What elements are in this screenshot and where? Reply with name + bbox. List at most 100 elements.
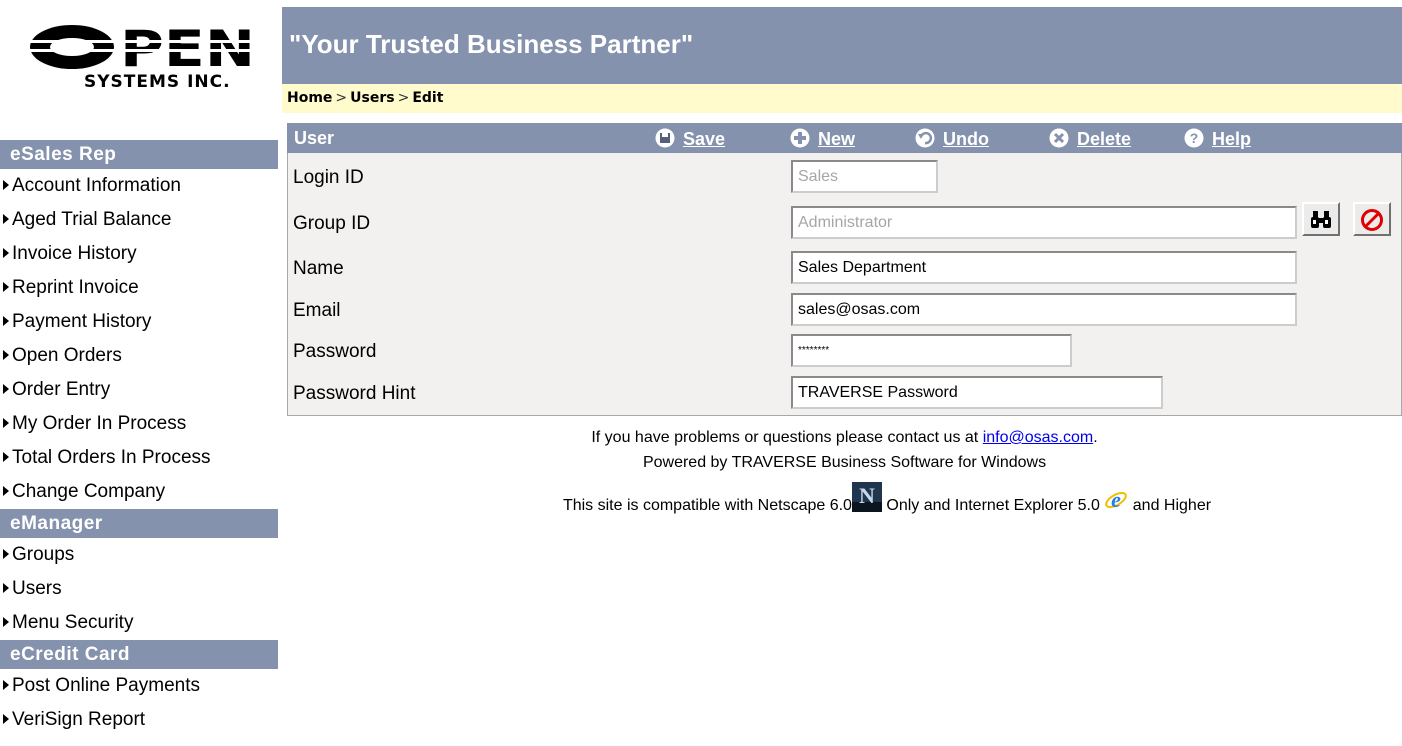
tagline: "Your Trusted Business Partner" bbox=[289, 29, 694, 59]
open-wordmark-icon: PEN bbox=[30, 22, 258, 72]
sidebar-item-label: Groups bbox=[12, 544, 75, 565]
sidebar: eSales Rep Account Information Aged Tria… bbox=[0, 140, 278, 737]
email-input[interactable] bbox=[791, 293, 1297, 326]
sidebar-item-groups[interactable]: Groups bbox=[0, 538, 278, 572]
company-logo: PEN SYSTEMS INC. bbox=[0, 0, 282, 120]
name-label: Name bbox=[293, 258, 344, 279]
password-hint-input[interactable] bbox=[791, 376, 1163, 409]
arrow-right-icon bbox=[3, 179, 9, 190]
svg-text:PEN: PEN bbox=[120, 22, 255, 72]
svg-text:?: ? bbox=[1190, 130, 1199, 146]
undo-button[interactable]: Undo bbox=[915, 128, 989, 150]
breadcrumb-separator: > bbox=[335, 90, 348, 106]
arrow-right-icon bbox=[3, 679, 9, 690]
sidebar-item-aged-trial-balance[interactable]: Aged Trial Balance bbox=[0, 203, 278, 237]
netscape-icon: N bbox=[851, 482, 882, 517]
sidebar-item-label: Account Information bbox=[12, 175, 181, 196]
arrow-right-icon bbox=[3, 247, 9, 258]
clear-button[interactable] bbox=[1353, 202, 1391, 236]
sidebar-item-label: Post Online Payments bbox=[12, 675, 200, 696]
contact-line: If you have problems or questions please… bbox=[287, 429, 1402, 447]
internet-explorer-icon: e bbox=[1104, 487, 1128, 517]
sidebar-item-label: Total Orders In Process bbox=[12, 447, 211, 468]
arrow-right-icon bbox=[3, 713, 9, 724]
new-button[interactable]: New bbox=[790, 128, 855, 150]
sidebar-item-order-entry[interactable]: Order Entry bbox=[0, 373, 278, 407]
compatibility-line: This site is compatible with Netscape 6.… bbox=[287, 482, 1402, 517]
breadcrumb-separator: > bbox=[397, 90, 410, 106]
sidebar-section-emanager: eManager bbox=[0, 509, 278, 538]
sidebar-item-open-orders[interactable]: Open Orders bbox=[0, 339, 278, 373]
header-banner: "Your Trusted Business Partner" bbox=[282, 7, 1402, 84]
plus-icon bbox=[790, 128, 810, 148]
delete-button[interactable]: Delete bbox=[1049, 128, 1131, 150]
sidebar-item-label: Aged Trial Balance bbox=[12, 209, 172, 230]
arrow-right-icon bbox=[3, 315, 9, 326]
sidebar-item-users[interactable]: Users bbox=[0, 572, 278, 606]
sidebar-item-label: VeriSign Report bbox=[12, 709, 146, 730]
save-icon bbox=[655, 128, 675, 148]
compat-mid-text: Only and Internet Explorer 5.0 bbox=[886, 497, 1100, 514]
arrow-right-icon bbox=[3, 383, 9, 394]
group-id-label: Group ID bbox=[293, 213, 371, 234]
binoculars-icon bbox=[1311, 211, 1331, 228]
contact-suffix: . bbox=[1093, 429, 1098, 446]
panel-title: User bbox=[294, 128, 335, 148]
arrow-right-icon bbox=[3, 548, 9, 559]
contact-email-link[interactable]: info@osas.com bbox=[983, 429, 1094, 446]
svg-text:e: e bbox=[1111, 488, 1121, 512]
panel-header: User Save New Undo Delete ? Help bbox=[287, 123, 1402, 153]
compat-suffix-text: and Higher bbox=[1132, 497, 1212, 514]
logo-subtitle: SYSTEMS INC. bbox=[84, 72, 231, 92]
sidebar-item-reprint-invoice[interactable]: Reprint Invoice bbox=[0, 271, 278, 305]
email-label: Email bbox=[293, 300, 341, 321]
login-id-input[interactable] bbox=[791, 160, 938, 193]
help-button[interactable]: ? Help bbox=[1184, 128, 1251, 150]
sidebar-item-verisign-report[interactable]: VeriSign Report bbox=[0, 703, 278, 737]
sidebar-item-account-information[interactable]: Account Information bbox=[0, 169, 278, 203]
group-id-input[interactable] bbox=[791, 206, 1297, 239]
undo-icon bbox=[915, 128, 935, 148]
sidebar-section-esales-rep: eSales Rep bbox=[0, 140, 278, 169]
arrow-right-icon bbox=[3, 582, 9, 593]
contact-text: If you have problems or questions please… bbox=[591, 429, 979, 446]
sidebar-item-label: Users bbox=[12, 578, 62, 599]
arrow-right-icon bbox=[3, 485, 9, 496]
arrow-right-icon bbox=[3, 616, 9, 627]
sidebar-item-post-online-payments[interactable]: Post Online Payments bbox=[0, 669, 278, 703]
sidebar-item-label: My Order In Process bbox=[12, 413, 187, 434]
breadcrumb: Home > Users > Edit bbox=[282, 84, 1402, 113]
breadcrumb-users[interactable]: Users bbox=[350, 90, 394, 106]
sidebar-item-label: Menu Security bbox=[12, 612, 134, 633]
arrow-right-icon bbox=[3, 451, 9, 462]
delete-icon bbox=[1049, 128, 1069, 148]
login-id-label: Login ID bbox=[293, 167, 364, 188]
sidebar-item-my-order-in-process[interactable]: My Order In Process bbox=[0, 407, 278, 441]
breadcrumb-home[interactable]: Home bbox=[287, 90, 332, 106]
sidebar-item-menu-security[interactable]: Menu Security bbox=[0, 606, 278, 640]
sidebar-item-label: Open Orders bbox=[12, 345, 122, 366]
password-input[interactable] bbox=[791, 334, 1072, 367]
prohibit-icon bbox=[1361, 209, 1383, 231]
arrow-right-icon bbox=[3, 417, 9, 428]
lookup-button[interactable] bbox=[1302, 202, 1340, 236]
sidebar-section-ecredit-card: eCredit Card bbox=[0, 640, 278, 669]
arrow-right-icon bbox=[3, 281, 9, 292]
sidebar-item-label: Invoice History bbox=[12, 243, 137, 264]
sidebar-item-label: Order Entry bbox=[12, 379, 111, 400]
save-button[interactable]: Save bbox=[655, 128, 725, 150]
arrow-right-icon bbox=[3, 213, 9, 224]
svg-text:N: N bbox=[859, 483, 875, 508]
sidebar-item-label: Reprint Invoice bbox=[12, 277, 139, 298]
name-input[interactable] bbox=[791, 251, 1297, 284]
powered-by-text: Powered by TRAVERSE Business Software fo… bbox=[642, 454, 1047, 471]
compat-text: This site is compatible with Netscape 6.… bbox=[562, 497, 852, 514]
help-icon: ? bbox=[1184, 128, 1204, 148]
breadcrumb-edit: Edit bbox=[412, 90, 444, 106]
arrow-right-icon bbox=[3, 349, 9, 360]
sidebar-item-invoice-history[interactable]: Invoice History bbox=[0, 237, 278, 271]
sidebar-item-total-orders-in-process[interactable]: Total Orders In Process bbox=[0, 441, 278, 475]
password-hint-label: Password Hint bbox=[293, 383, 416, 404]
sidebar-item-payment-history[interactable]: Payment History bbox=[0, 305, 278, 339]
sidebar-item-change-company[interactable]: Change Company bbox=[0, 475, 278, 509]
